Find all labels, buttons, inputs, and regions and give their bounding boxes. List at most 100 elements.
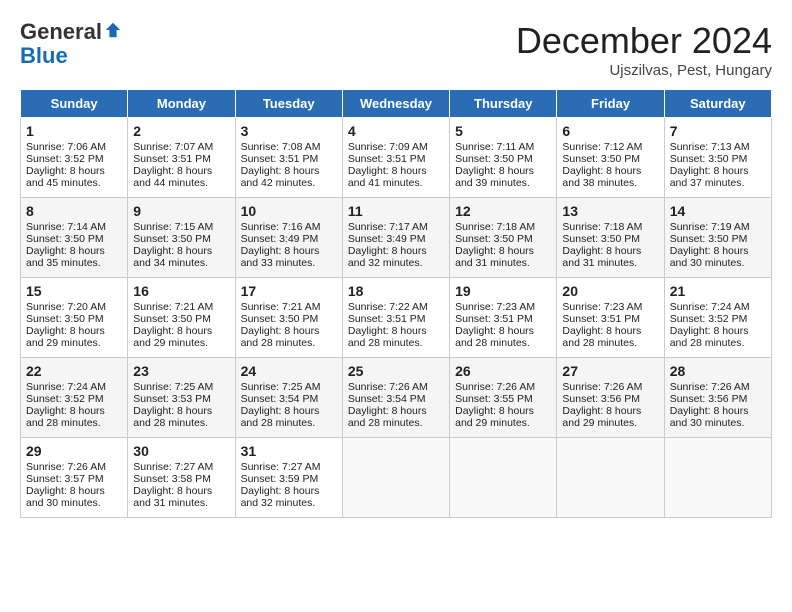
col-header-sunday: Sunday	[21, 90, 128, 118]
day-info: and 29 minutes.	[562, 417, 658, 429]
day-info: Sunset: 3:56 PM	[670, 393, 766, 405]
day-info: and 28 minutes.	[241, 337, 337, 349]
calendar-cell: 30Sunrise: 7:27 AMSunset: 3:58 PMDayligh…	[128, 438, 235, 518]
calendar-cell: 13Sunrise: 7:18 AMSunset: 3:50 PMDayligh…	[557, 198, 664, 278]
day-info: Sunrise: 7:18 AM	[455, 221, 551, 233]
calendar-cell: 15Sunrise: 7:20 AMSunset: 3:50 PMDayligh…	[21, 278, 128, 358]
day-info: Sunset: 3:50 PM	[455, 153, 551, 165]
day-info: Sunset: 3:50 PM	[562, 153, 658, 165]
day-number: 21	[670, 283, 766, 299]
day-info: Sunrise: 7:27 AM	[241, 461, 337, 473]
calendar-cell: 28Sunrise: 7:26 AMSunset: 3:56 PMDayligh…	[664, 358, 771, 438]
day-info: and 39 minutes.	[455, 177, 551, 189]
day-info: Sunrise: 7:18 AM	[562, 221, 658, 233]
day-number: 6	[562, 123, 658, 139]
day-info: Sunrise: 7:24 AM	[670, 301, 766, 313]
day-info: Sunrise: 7:26 AM	[670, 381, 766, 393]
day-info: Sunset: 3:50 PM	[26, 313, 122, 325]
day-number: 2	[133, 123, 229, 139]
week-row-1: 1Sunrise: 7:06 AMSunset: 3:52 PMDaylight…	[21, 118, 772, 198]
col-header-monday: Monday	[128, 90, 235, 118]
day-info: Sunrise: 7:15 AM	[133, 221, 229, 233]
day-info: and 28 minutes.	[670, 337, 766, 349]
day-info: Sunrise: 7:27 AM	[133, 461, 229, 473]
calendar-cell: 19Sunrise: 7:23 AMSunset: 3:51 PMDayligh…	[450, 278, 557, 358]
day-info: and 37 minutes.	[670, 177, 766, 189]
day-info: Sunrise: 7:14 AM	[26, 221, 122, 233]
day-info: and 32 minutes.	[348, 257, 444, 269]
day-info: and 28 minutes.	[133, 417, 229, 429]
day-info: Daylight: 8 hours	[26, 325, 122, 337]
day-info: and 30 minutes.	[670, 417, 766, 429]
calendar-header-row: SundayMondayTuesdayWednesdayThursdayFrid…	[21, 90, 772, 118]
week-row-5: 29Sunrise: 7:26 AMSunset: 3:57 PMDayligh…	[21, 438, 772, 518]
week-row-3: 15Sunrise: 7:20 AMSunset: 3:50 PMDayligh…	[21, 278, 772, 358]
calendar-cell: 11Sunrise: 7:17 AMSunset: 3:49 PMDayligh…	[342, 198, 449, 278]
calendar-cell: 16Sunrise: 7:21 AMSunset: 3:50 PMDayligh…	[128, 278, 235, 358]
calendar-cell: 3Sunrise: 7:08 AMSunset: 3:51 PMDaylight…	[235, 118, 342, 198]
calendar-cell: 6 Sunrise: 7:12 AMSunset: 3:50 PMDaylight…	[557, 118, 664, 198]
logo-icon	[104, 21, 122, 39]
day-info: and 28 minutes.	[562, 337, 658, 349]
day-info: Sunset: 3:50 PM	[133, 313, 229, 325]
col-header-thursday: Thursday	[450, 90, 557, 118]
day-info: and 44 minutes.	[133, 177, 229, 189]
day-info: Sunrise: 7:21 AM	[133, 301, 229, 313]
day-info: Sunset: 3:49 PM	[348, 233, 444, 245]
day-info: Daylight: 8 hours	[241, 325, 337, 337]
day-info: Sunrise: 7:25 AM	[133, 381, 229, 393]
day-info: and 45 minutes.	[26, 177, 122, 189]
day-info: Daylight: 8 hours	[455, 245, 551, 257]
day-info: Sunset: 3:56 PM	[562, 393, 658, 405]
title-block: December 2024 Ujszilvas, Pest, Hungary	[516, 20, 772, 79]
day-info: Daylight: 8 hours	[562, 165, 658, 177]
day-info: and 33 minutes.	[241, 257, 337, 269]
day-info: Sunrise: 7:12 AM	[562, 141, 658, 153]
day-info: Daylight: 8 hours	[26, 165, 122, 177]
day-info: and 30 minutes.	[670, 257, 766, 269]
day-info: Sunrise: 7:26 AM	[348, 381, 444, 393]
day-info: and 28 minutes.	[455, 337, 551, 349]
col-header-wednesday: Wednesday	[342, 90, 449, 118]
day-info: and 30 minutes.	[26, 497, 122, 509]
col-header-friday: Friday	[557, 90, 664, 118]
day-number: 8	[26, 203, 122, 219]
day-info: Sunset: 3:51 PM	[562, 313, 658, 325]
day-info: Daylight: 8 hours	[133, 245, 229, 257]
day-info: and 29 minutes.	[133, 337, 229, 349]
calendar-cell: 12Sunrise: 7:18 AMSunset: 3:50 PMDayligh…	[450, 198, 557, 278]
day-info: Sunset: 3:52 PM	[670, 313, 766, 325]
day-info: and 38 minutes.	[562, 177, 658, 189]
calendar-cell: 27Sunrise: 7:26 AMSunset: 3:56 PMDayligh…	[557, 358, 664, 438]
day-number: 30	[133, 443, 229, 459]
day-info: Sunset: 3:52 PM	[26, 153, 122, 165]
calendar-cell: 20Sunrise: 7:23 AMSunset: 3:51 PMDayligh…	[557, 278, 664, 358]
calendar-cell: 29Sunrise: 7:26 AMSunset: 3:57 PMDayligh…	[21, 438, 128, 518]
day-info: Sunrise: 7:21 AM	[241, 301, 337, 313]
day-info: Sunrise: 7:24 AM	[26, 381, 122, 393]
day-info: Daylight: 8 hours	[455, 405, 551, 417]
day-info: Sunrise: 7:17 AM	[348, 221, 444, 233]
page-header: General Blue December 2024 Ujszilvas, Pe…	[20, 20, 772, 79]
day-info: Sunset: 3:50 PM	[26, 233, 122, 245]
day-number: 10	[241, 203, 337, 219]
day-info: Daylight: 8 hours	[348, 405, 444, 417]
day-info: Daylight: 8 hours	[670, 245, 766, 257]
day-info: Sunset: 3:51 PM	[241, 153, 337, 165]
day-info: Sunset: 3:54 PM	[241, 393, 337, 405]
day-info: and 41 minutes.	[348, 177, 444, 189]
day-number: 1	[26, 123, 122, 139]
day-info: Sunset: 3:50 PM	[670, 233, 766, 245]
day-info: Sunset: 3:53 PM	[133, 393, 229, 405]
calendar-cell: 22Sunrise: 7:24 AMSunset: 3:52 PMDayligh…	[21, 358, 128, 438]
day-info: Sunrise: 7:16 AM	[241, 221, 337, 233]
col-header-tuesday: Tuesday	[235, 90, 342, 118]
day-info: Sunset: 3:52 PM	[26, 393, 122, 405]
calendar-cell	[342, 438, 449, 518]
day-info: Sunrise: 7:23 AM	[562, 301, 658, 313]
day-info: and 35 minutes.	[26, 257, 122, 269]
day-number: 26	[455, 363, 551, 379]
day-info: and 32 minutes.	[241, 497, 337, 509]
calendar-cell: 9Sunrise: 7:15 AMSunset: 3:50 PMDaylight…	[128, 198, 235, 278]
day-info: and 31 minutes.	[133, 497, 229, 509]
